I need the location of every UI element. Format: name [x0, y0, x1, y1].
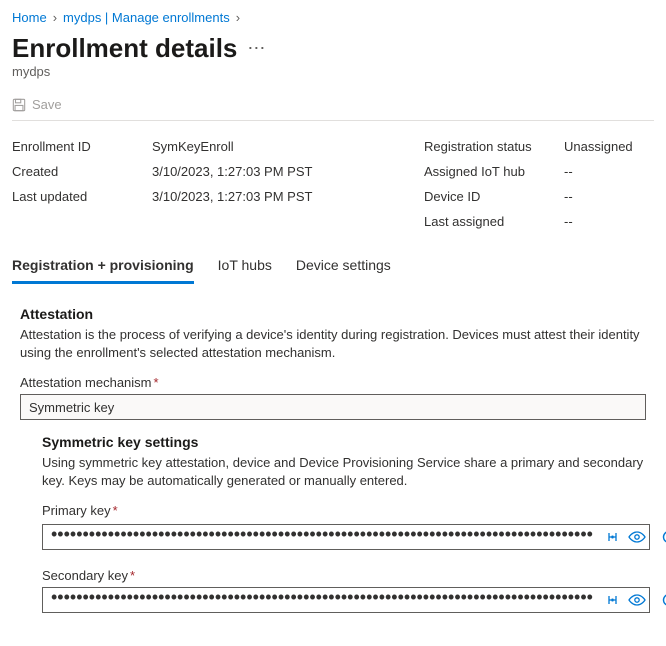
save-button[interactable]: Save — [12, 97, 62, 112]
page-subtitle: mydps — [12, 64, 654, 79]
label-enrollment-id: Enrollment ID — [12, 139, 142, 154]
value-registration-status: Unassigned — [564, 139, 654, 154]
tabs: Registration + provisioning IoT hubs Dev… — [12, 251, 654, 284]
end-of-text-icon[interactable] — [604, 528, 622, 546]
tab-registration-provisioning[interactable]: Registration + provisioning — [12, 251, 194, 284]
save-icon — [12, 98, 26, 112]
label-assigned-iot-hub: Assigned IoT hub — [424, 164, 554, 179]
breadcrumb-home[interactable]: Home — [12, 10, 47, 25]
label-device-id: Device ID — [424, 189, 554, 204]
value-created: 3/10/2023, 1:27:03 PM PST — [152, 164, 414, 179]
value-last-assigned: -- — [564, 214, 654, 229]
chevron-right-icon: › — [53, 10, 57, 25]
label-attestation-mechanism: Attestation mechanism* — [20, 375, 646, 390]
label-created: Created — [12, 164, 142, 179]
tab-device-settings[interactable]: Device settings — [296, 251, 391, 284]
value-device-id: -- — [564, 189, 654, 204]
label-secondary-key: Secondary key* — [42, 568, 646, 583]
more-actions-button[interactable]: ⋯ — [247, 38, 266, 59]
secondary-key-field[interactable]: ••••••••••••••••••••••••••••••••••••••••… — [42, 587, 650, 613]
label-last-assigned: Last assigned — [424, 214, 554, 229]
show-password-icon[interactable] — [628, 591, 646, 609]
save-label: Save — [32, 97, 62, 112]
attestation-mechanism-field[interactable]: Symmetric key — [20, 394, 646, 420]
section-attestation: Attestation Attestation is the process o… — [12, 284, 654, 613]
heading-attestation: Attestation — [20, 306, 646, 322]
label-registration-status: Registration status — [424, 139, 554, 154]
breadcrumb-item-manage-enrollments[interactable]: mydps | Manage enrollments — [63, 10, 230, 25]
breadcrumb: Home › mydps | Manage enrollments › — [12, 8, 654, 33]
regenerate-key-icon[interactable] — [660, 591, 666, 609]
label-primary-key: Primary key* — [42, 503, 646, 518]
desc-attestation: Attestation is the process of verifying … — [20, 326, 646, 361]
tab-iot-hubs[interactable]: IoT hubs — [218, 251, 272, 284]
section-symmetric-key: Symmetric key settings Using symmetric k… — [20, 420, 646, 613]
show-password-icon[interactable] — [628, 528, 646, 546]
chevron-right-icon: › — [236, 10, 240, 25]
value-last-updated: 3/10/2023, 1:27:03 PM PST — [152, 189, 414, 204]
label-last-updated: Last updated — [12, 189, 142, 204]
toolbar: Save — [12, 93, 654, 121]
details-grid: Enrollment ID SymKeyEnroll Registration … — [12, 121, 654, 247]
value-assigned-iot-hub: -- — [564, 164, 654, 179]
value-enrollment-id: SymKeyEnroll — [152, 139, 414, 154]
regenerate-key-icon[interactable] — [660, 528, 666, 546]
end-of-text-icon[interactable] — [604, 591, 622, 609]
desc-symmetric-key: Using symmetric key attestation, device … — [42, 454, 646, 489]
heading-symmetric-key: Symmetric key settings — [42, 434, 646, 450]
primary-key-field[interactable]: ••••••••••••••••••••••••••••••••••••••••… — [42, 524, 650, 550]
page-title: Enrollment details — [12, 33, 237, 64]
